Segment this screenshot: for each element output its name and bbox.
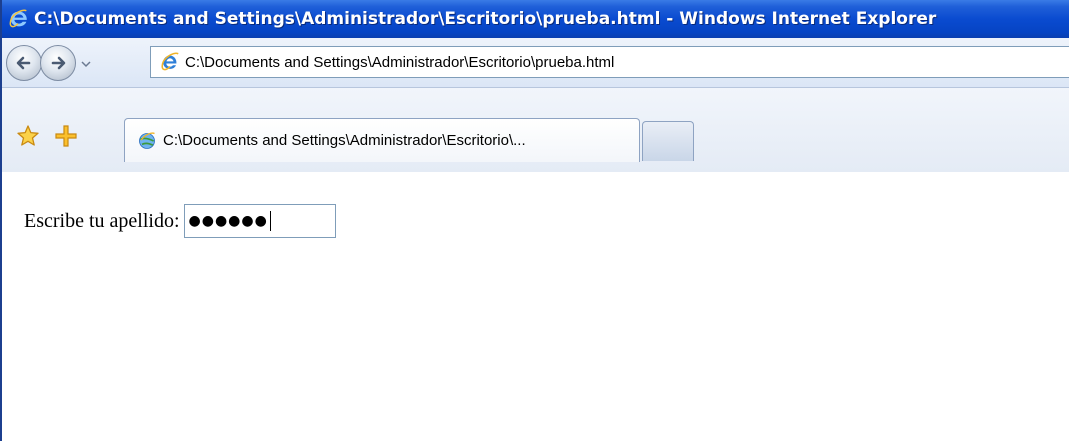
recent-pages-dropdown[interactable] <box>78 54 94 74</box>
url-input[interactable] <box>185 53 1065 71</box>
title-bar[interactable]: C:\Documents and Settings\Administrador\… <box>2 0 1069 38</box>
page-content: Escribe tu apellido: ●●●●●● <box>2 173 1069 441</box>
address-bar[interactable] <box>150 46 1069 78</box>
surname-label: Escribe tu apellido: <box>24 209 180 232</box>
window-title: C:\Documents and Settings\Administrador\… <box>34 9 937 29</box>
back-arrow-icon <box>16 56 31 70</box>
new-tab-button[interactable] <box>642 121 694 161</box>
tab-active[interactable]: C:\Documents and Settings\Administrador\… <box>124 118 640 162</box>
forward-arrow-icon <box>51 56 66 70</box>
add-favorites-icon[interactable] <box>54 124 78 148</box>
ie-tab-icon <box>139 131 155 149</box>
browser-window: C:\Documents and Settings\Administrador\… <box>0 0 1069 441</box>
tab-bar: C:\Documents and Settings\Administrador\… <box>2 88 1069 261</box>
navigation-bar <box>2 38 1069 88</box>
favorites-star-icon[interactable] <box>16 124 40 148</box>
nav-buttons <box>6 43 144 83</box>
form-row: Escribe tu apellido: ●●●●●● <box>24 204 336 238</box>
ie-logo-icon <box>9 9 27 28</box>
forward-button[interactable] <box>40 45 76 81</box>
back-button[interactable] <box>6 45 42 81</box>
text-caret <box>269 211 271 231</box>
chevron-down-icon <box>81 61 91 68</box>
tab-label: C:\Documents and Settings\Administrador\… <box>163 132 526 149</box>
ie-page-icon <box>161 52 179 71</box>
password-mask: ●●●●●● <box>188 213 268 229</box>
surname-password-input[interactable]: ●●●●●● <box>183 204 336 238</box>
